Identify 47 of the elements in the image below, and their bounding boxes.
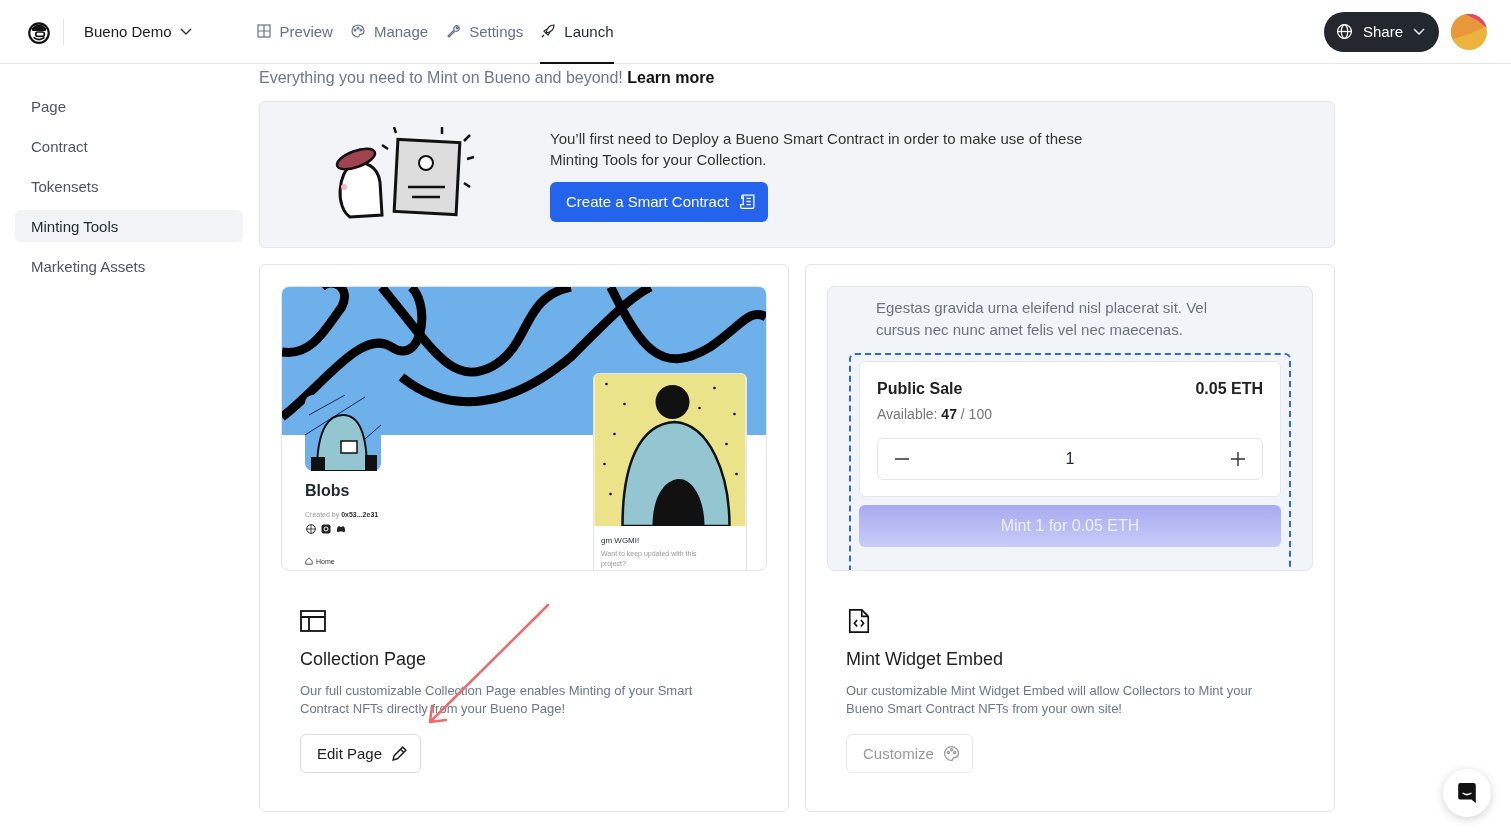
create-contract-button[interactable]: Create a Smart Contract <box>550 181 768 222</box>
nav-tab[interactable]: Launch <box>540 0 614 64</box>
wrench-icon <box>445 23 462 39</box>
learn-more-link[interactable]: Learn more <box>627 69 715 86</box>
rocket-icon <box>540 23 557 39</box>
quantity-value: 1 <box>1065 450 1075 468</box>
sidebar-item[interactable]: Tokensets <box>15 170 243 202</box>
globe-icon[interactable] <box>306 524 316 534</box>
card-title: Collection Page <box>300 649 428 670</box>
sidebar-item[interactable]: Marketing Assets <box>15 250 243 282</box>
chevron-down-icon <box>179 27 192 36</box>
sale-price: 0.05 ETH <box>1195 380 1263 398</box>
share-button[interactable]: Share <box>1323 11 1439 52</box>
widget-description: Egestas gravida urna eleifend nisl placerat sit. Vel cursus nec nunc amet felis vel nec maecenas. <box>875 298 1209 340</box>
layout-icon <box>300 609 326 633</box>
intro-text: Everything you need to Mint on Bueno and beyond! <box>259 69 623 86</box>
chat-button[interactable] <box>1443 769 1491 817</box>
quantity-stepper[interactable]: 1 <box>877 438 1263 480</box>
globe-icon <box>1335 23 1353 40</box>
palette-icon <box>349 23 366 39</box>
discord-icon[interactable] <box>336 524 346 534</box>
collection-name: Blobs <box>305 482 350 500</box>
chat-icon <box>1456 782 1478 804</box>
sidebar-item[interactable]: Contract <box>15 130 243 162</box>
sale-name: Public Sale <box>877 380 963 398</box>
home-icon[interactable] <box>305 557 313 565</box>
nav-tab[interactable]: Settings <box>445 0 524 64</box>
scroll-icon <box>738 193 756 210</box>
palette-icon <box>942 745 960 762</box>
instagram-icon[interactable] <box>321 524 331 534</box>
grid-icon <box>255 23 272 39</box>
chevron-down-icon <box>1413 27 1425 36</box>
pencil-icon <box>391 745 409 762</box>
nav-tab[interactable]: Preview <box>255 0 333 64</box>
code-file-icon <box>846 609 872 633</box>
notice-text: You’ll first need to Deploy a Bueno Smart Contract in order to make use of these Minting Tools for your Collection. <box>550 128 1084 170</box>
avatar[interactable] <box>1451 13 1487 50</box>
edit-page-button[interactable]: Edit Page <box>300 734 422 773</box>
sidebar-item[interactable]: Page <box>15 90 243 122</box>
availability-text: Available: 47 / 100 <box>877 406 993 422</box>
project-dropdown[interactable]: Bueno Demo <box>84 23 192 40</box>
plus-icon[interactable] <box>1230 451 1246 467</box>
card-description: Our customizable Mint Widget Embed will allow Collectors to Mint your Bueno Smart Contract NFTs from your own site! <box>846 682 1254 718</box>
card-title: Mint Widget Embed <box>846 649 1005 670</box>
post-title: gm WGMI! <box>601 536 641 545</box>
nav-tab[interactable]: Manage <box>349 0 429 64</box>
sidebar-item[interactable]: Minting Tools <box>15 210 243 242</box>
